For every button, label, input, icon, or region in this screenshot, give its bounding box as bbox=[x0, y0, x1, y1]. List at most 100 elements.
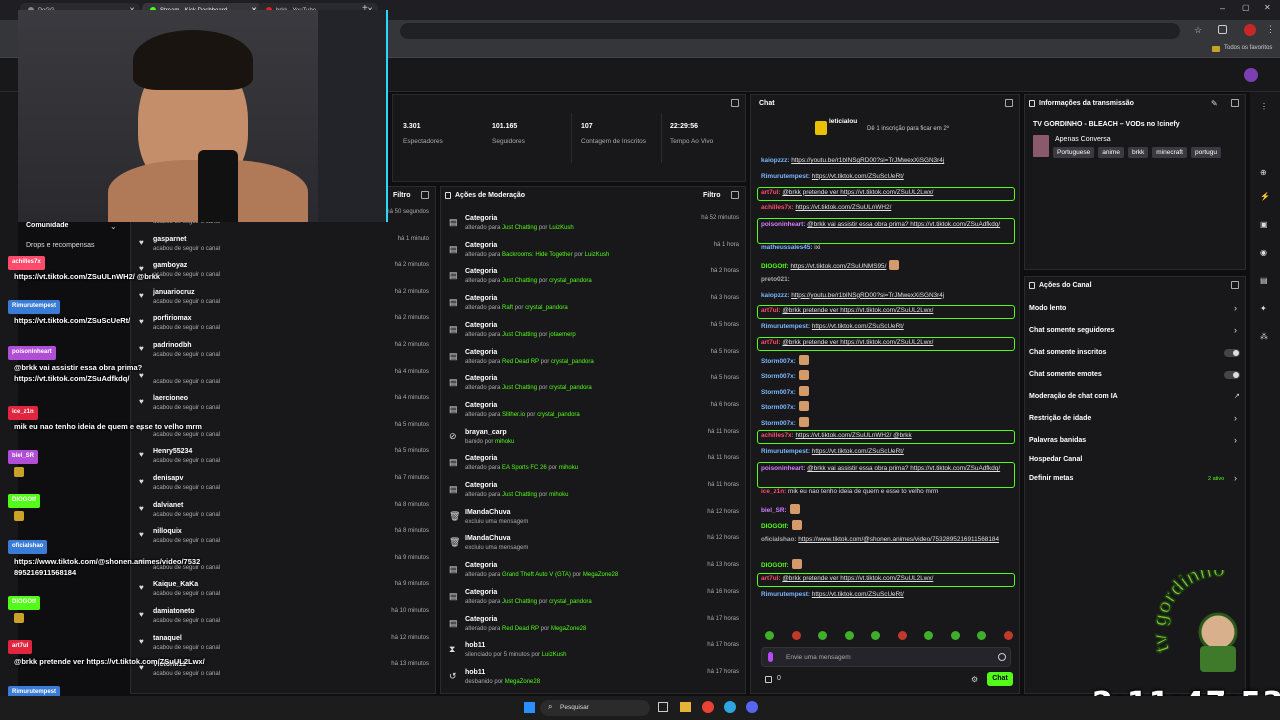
tag-chip[interactable]: anime bbox=[1098, 147, 1124, 158]
tag-chip[interactable]: minecraft bbox=[1152, 147, 1187, 158]
task-view-icon[interactable] bbox=[658, 702, 668, 712]
chat-username[interactable]: art7ul: bbox=[761, 339, 781, 346]
chat-username[interactable]: poisoninheart: bbox=[761, 221, 805, 228]
channel-action-0[interactable]: Modo lento bbox=[1029, 305, 1066, 312]
expand-icon[interactable] bbox=[421, 191, 429, 199]
chevron-right-icon[interactable]: › bbox=[1234, 435, 1237, 445]
send-chat-button[interactable]: Chat bbox=[987, 672, 1013, 686]
toggle-switch[interactable] bbox=[1224, 349, 1240, 357]
chat-username[interactable]: Rimurutempest: bbox=[761, 323, 810, 330]
channel-action-1[interactable]: Chat somente seguidores bbox=[1029, 327, 1115, 334]
minimize-icon[interactable]: – bbox=[1220, 3, 1225, 13]
rail-icon[interactable]: ⁂ bbox=[1260, 332, 1268, 341]
chat-username[interactable]: DIOGOtf: bbox=[761, 562, 789, 569]
rail-icon[interactable]: ▤ bbox=[1260, 276, 1268, 285]
rail-icon[interactable]: ◉ bbox=[1260, 248, 1267, 257]
discord-icon[interactable] bbox=[746, 701, 758, 713]
chevron-right-icon[interactable]: › bbox=[1234, 303, 1237, 313]
chat-username[interactable]: DIOGOtf: bbox=[761, 523, 789, 530]
chat-username[interactable]: Storm007x: bbox=[761, 358, 796, 365]
profile-avatar[interactable] bbox=[1244, 24, 1256, 36]
chevron-right-icon[interactable]: › bbox=[1234, 325, 1237, 335]
maximize-icon[interactable]: ▢ bbox=[1242, 3, 1250, 12]
rail-icon[interactable]: ⊕ bbox=[1260, 168, 1267, 177]
all-bookmarks-link[interactable]: Todos os favoritos bbox=[1224, 45, 1272, 51]
chevron-right-icon[interactable]: › bbox=[1234, 473, 1237, 483]
tag-chip[interactable]: Portuguese bbox=[1053, 147, 1095, 158]
chat-username[interactable]: matheussales45: bbox=[761, 244, 813, 251]
chrome-icon[interactable] bbox=[702, 701, 714, 713]
nav-community[interactable]: Comunidade bbox=[26, 222, 68, 229]
chat-username[interactable]: Storm007x: bbox=[761, 420, 796, 427]
chat-username[interactable]: Rimurutempest: bbox=[761, 173, 810, 180]
channel-action-7[interactable]: Hospedar Canal bbox=[1029, 456, 1082, 463]
tag-chip[interactable]: portugu bbox=[1190, 147, 1222, 158]
channel-action-3[interactable]: Chat somente emotes bbox=[1029, 371, 1102, 378]
telegram-icon[interactable] bbox=[724, 701, 736, 713]
filter-button[interactable]: Filtro bbox=[393, 192, 411, 199]
emoji-icon[interactable] bbox=[998, 653, 1006, 661]
emote-shortcut-icon[interactable] bbox=[897, 631, 907, 640]
chat-username[interactable]: art7ul: bbox=[761, 307, 781, 314]
emote-shortcut-icon[interactable] bbox=[765, 631, 774, 640]
chat-username[interactable]: Storm007x: bbox=[761, 373, 796, 380]
channel-action-2[interactable]: Chat somente inscritos bbox=[1029, 349, 1106, 356]
chat-username[interactable]: Rimurutempest: bbox=[761, 448, 810, 455]
chat-input[interactable]: Envie uma mensagem bbox=[761, 647, 1011, 667]
channel-action-5[interactable]: Restrição de idade bbox=[1029, 415, 1091, 422]
chat-username[interactable]: kaiopzzz: bbox=[761, 292, 789, 299]
expand-icon[interactable] bbox=[1005, 99, 1013, 107]
microphone-icon[interactable] bbox=[768, 652, 773, 662]
emote-shortcut-icon[interactable] bbox=[977, 631, 986, 640]
channel-action-6[interactable]: Palavras banidas bbox=[1029, 437, 1086, 444]
chat-username[interactable]: oficialshao: bbox=[761, 536, 797, 543]
toggle-switch[interactable] bbox=[1224, 371, 1240, 379]
emote-shortcut-icon[interactable] bbox=[818, 631, 827, 640]
channel-action-8[interactable]: Definir metas bbox=[1029, 475, 1073, 482]
filter-button[interactable]: Filtro bbox=[703, 192, 721, 199]
chat-username[interactable]: ice_z1n: bbox=[761, 488, 786, 495]
chat-username[interactable]: preto021: bbox=[761, 276, 790, 283]
close-window-icon[interactable]: ✕ bbox=[1264, 3, 1271, 12]
windows-start-icon[interactable] bbox=[524, 702, 535, 713]
chevron-down-icon[interactable]: ⌄ bbox=[110, 222, 117, 231]
emote-shortcut-icon[interactable] bbox=[950, 631, 960, 640]
chat-username[interactable]: kaiopzzz: bbox=[761, 157, 789, 164]
chevron-right-icon[interactable]: › bbox=[1234, 413, 1237, 423]
rail-icon[interactable]: ⋮ bbox=[1260, 102, 1268, 111]
emote-shortcut-icon[interactable] bbox=[844, 631, 854, 640]
taskbar-search[interactable]: ⌕ Pesquisar bbox=[540, 700, 650, 716]
expand-icon[interactable] bbox=[731, 99, 739, 107]
star-icon[interactable]: ☆ bbox=[1194, 25, 1202, 36]
chat-username[interactable]: art7ul: bbox=[761, 575, 781, 582]
edit-pencil-icon[interactable]: ✎ bbox=[1211, 99, 1218, 108]
menu-kebab-icon[interactable]: ⋮ bbox=[1266, 24, 1275, 35]
chat-username[interactable]: achilles7x: bbox=[761, 432, 794, 439]
tag-chip[interactable]: brkk bbox=[1127, 147, 1149, 158]
gift-icon[interactable] bbox=[765, 676, 772, 683]
user-avatar[interactable] bbox=[1244, 68, 1258, 82]
rail-icon[interactable]: ⚡ bbox=[1260, 192, 1270, 201]
external-link-icon[interactable]: ↗ bbox=[1234, 392, 1240, 400]
chat-username[interactable]: DIOGOtf: bbox=[761, 263, 789, 270]
chat-username[interactable]: art7ul: bbox=[761, 189, 781, 196]
expand-icon[interactable] bbox=[1231, 99, 1239, 107]
extensions-icon[interactable] bbox=[1218, 25, 1227, 34]
chat-username[interactable]: Rimurutempest: bbox=[761, 591, 810, 598]
chat-username[interactable]: poisoninheart: bbox=[761, 465, 805, 472]
emote-shortcut-icon[interactable] bbox=[871, 631, 880, 640]
channel-action-4[interactable]: Moderação de chat com IA bbox=[1029, 393, 1118, 400]
nav-drops[interactable]: Drops e recompensas bbox=[26, 242, 94, 249]
emote-shortcut-icon[interactable] bbox=[1003, 631, 1013, 640]
chat-username[interactable]: biel_SR: bbox=[761, 507, 787, 514]
expand-icon[interactable] bbox=[731, 191, 739, 199]
chat-username[interactable]: achilles7x: bbox=[761, 204, 794, 211]
emote-shortcut-icon[interactable] bbox=[924, 631, 933, 640]
rail-icon[interactable]: ▣ bbox=[1260, 220, 1268, 229]
chat-username[interactable]: Storm007x: bbox=[761, 404, 796, 411]
file-explorer-icon[interactable] bbox=[680, 702, 691, 712]
chat-username[interactable]: Storm007x: bbox=[761, 389, 796, 396]
rail-icon[interactable]: ✦ bbox=[1260, 304, 1267, 313]
settings-gear-icon[interactable]: ⚙ bbox=[971, 675, 978, 684]
emote-shortcut-icon[interactable] bbox=[791, 631, 801, 640]
